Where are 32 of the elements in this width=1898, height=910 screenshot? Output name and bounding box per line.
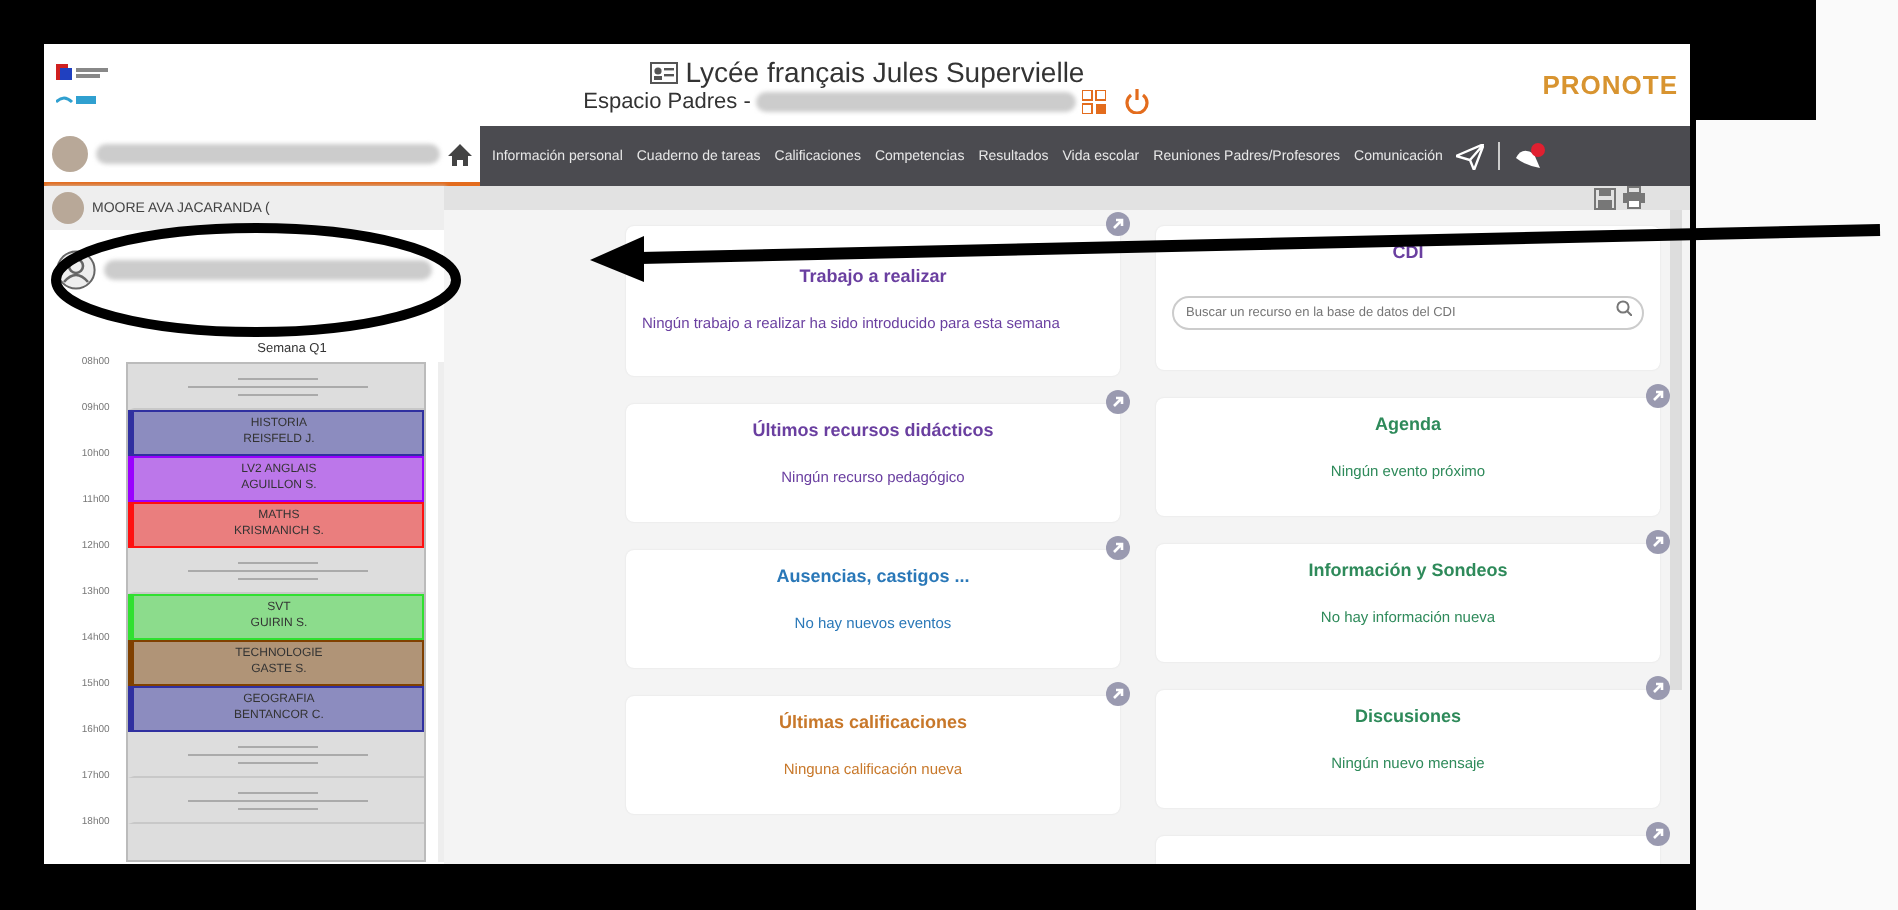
card-title[interactable]: Trabajo a realizar [799, 266, 947, 286]
search-icon [1616, 299, 1632, 315]
card-title[interactable]: CDI [1392, 242, 1424, 262]
qr-code-icon [1082, 89, 1107, 113]
avatar-icon [52, 136, 88, 172]
open-arrow-icon[interactable] [1646, 676, 1670, 700]
id-card-icon [649, 61, 678, 83]
open-arrow-icon[interactable] [1106, 536, 1130, 560]
open-arrow-icon[interactable] [1106, 390, 1130, 414]
user-silhouette-icon [56, 250, 96, 290]
avatar-icon [52, 192, 84, 224]
home-icon[interactable] [448, 143, 472, 165]
space-label: Espacio Padres - [583, 89, 751, 113]
card-title[interactable]: Discusiones [1354, 706, 1462, 726]
open-arrow-icon[interactable] [1106, 212, 1130, 236]
network-logo-icon [56, 91, 96, 107]
card-title[interactable]: Información y Sondeos [1308, 560, 1508, 580]
open-arrow-icon[interactable] [1646, 530, 1670, 554]
notification-icon[interactable] [1514, 142, 1547, 170]
open-arrow-icon[interactable] [1646, 384, 1670, 408]
save-icon[interactable] [1594, 187, 1616, 209]
card-title[interactable]: Ausencias, castigos ... [776, 566, 970, 586]
pronote-logo: PRONOTE [1540, 70, 1678, 100]
school-title: Lycée français Jules Supervielle [685, 56, 1085, 88]
send-icon[interactable] [1456, 143, 1485, 169]
card-title[interactable]: Agenda [1374, 414, 1441, 434]
school-logo-icon [56, 63, 108, 79]
card-title[interactable]: Últimos recursos didácticos [752, 420, 994, 440]
open-arrow-icon[interactable] [1646, 822, 1670, 846]
power-icon[interactable] [1124, 88, 1151, 114]
open-arrow-icon[interactable] [1106, 682, 1130, 706]
print-icon[interactable] [1622, 186, 1646, 210]
